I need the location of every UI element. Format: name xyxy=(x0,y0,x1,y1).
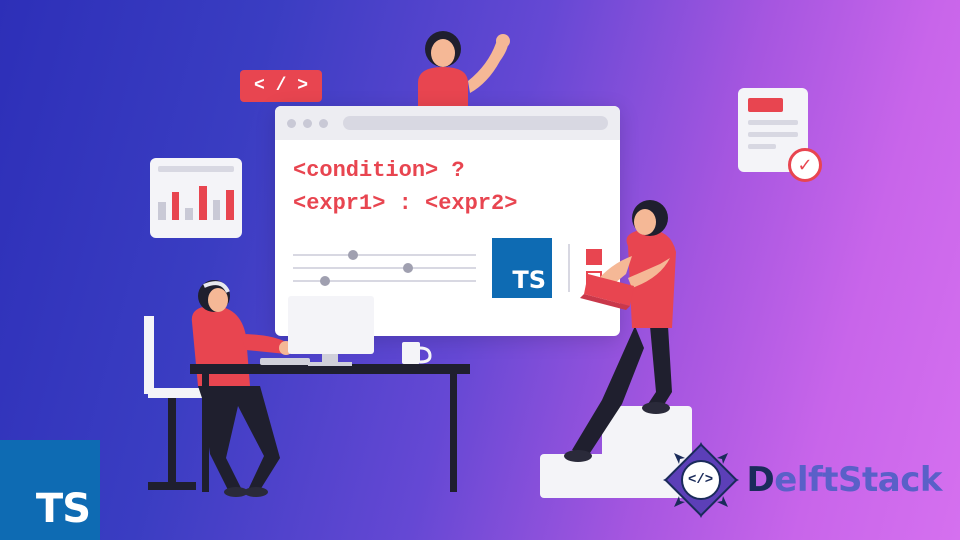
brand-ornament-icon: </> xyxy=(661,440,741,520)
window-control-dot xyxy=(319,119,328,128)
code-tag-badge: < / > xyxy=(240,70,322,102)
window-control-dot xyxy=(287,119,296,128)
document-card: ✓ xyxy=(738,88,808,172)
person-at-desk xyxy=(130,278,490,498)
window-control-dot xyxy=(303,119,312,128)
brand-glyph: </> xyxy=(681,460,721,500)
typescript-logo-corner: TS xyxy=(0,440,100,540)
checkmark-icon: ✓ xyxy=(788,148,822,182)
url-bar xyxy=(343,116,608,130)
brand-name: DelftStack xyxy=(747,460,942,500)
person-waving xyxy=(388,25,518,115)
browser-toolbar xyxy=(275,106,620,140)
mini-chart-card xyxy=(150,158,242,238)
delftstack-brand: </> DelftStack xyxy=(661,440,942,520)
